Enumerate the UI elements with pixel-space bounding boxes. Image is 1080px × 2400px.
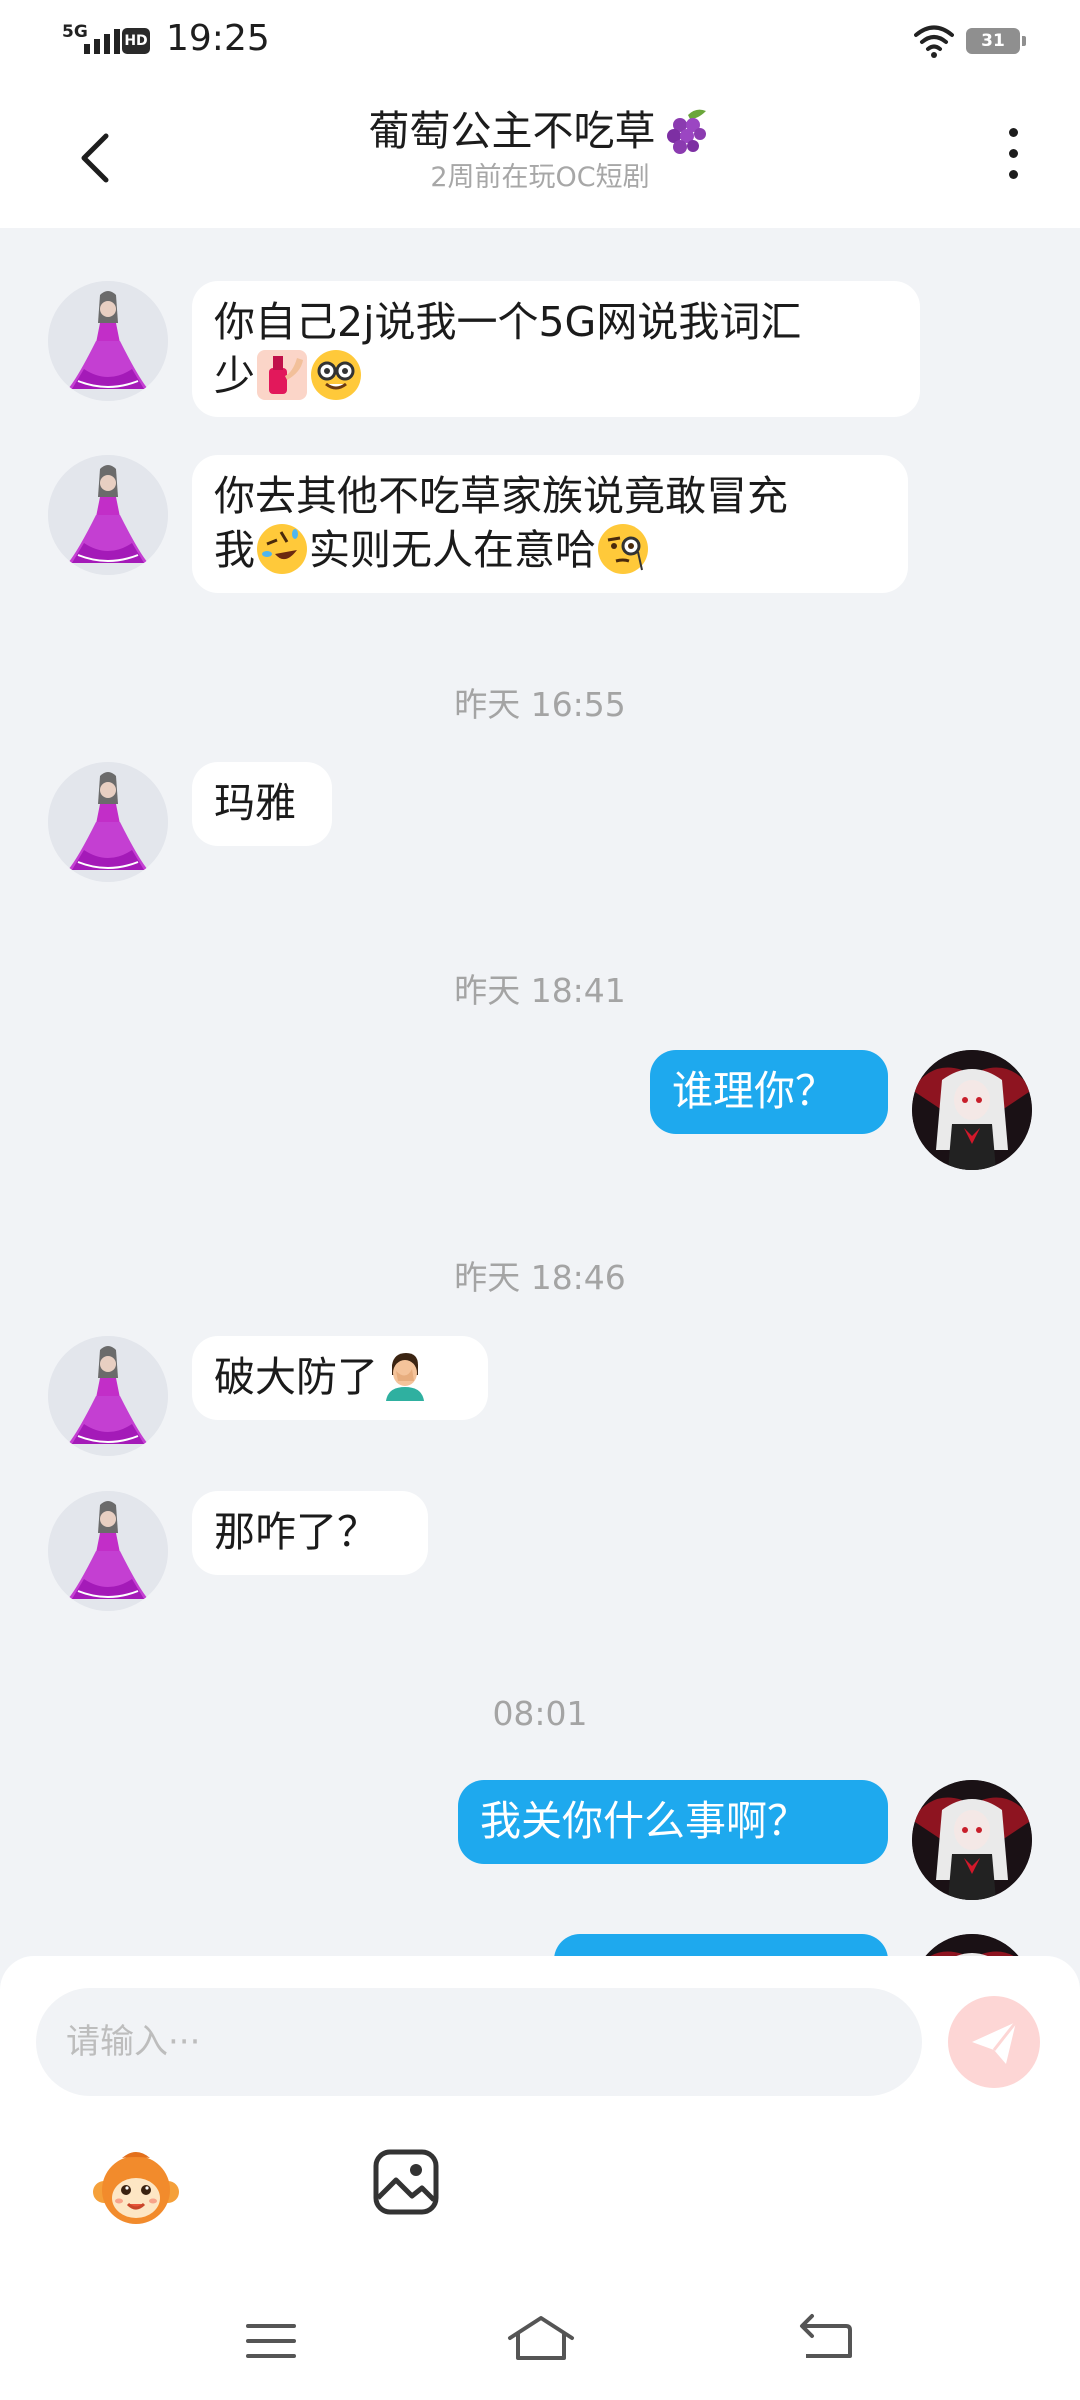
- back-icon[interactable]: [796, 2312, 856, 2364]
- message-text-line2: 我 实则无人在意哈: [214, 523, 886, 577]
- system-nav-bar: [0, 2290, 1080, 2400]
- message-text: 谁理你？: [672, 1067, 836, 1115]
- timestamp: 08:01: [492, 1694, 588, 1733]
- send-button[interactable]: [948, 1996, 1040, 2088]
- message-bubble[interactable]: 那咋了？: [192, 1491, 428, 1575]
- timestamp: 昨天 16:55: [454, 685, 626, 724]
- rolling-laughing-emoji: [257, 524, 307, 574]
- message-bubble[interactable]: 玛雅: [192, 762, 332, 846]
- message-bubble[interactable]: 谁理你？: [650, 1050, 888, 1134]
- message-text: 你自己2j说我一个5G网说我词汇: [214, 298, 802, 346]
- message-list[interactable]: 你自己2j说我一个5G网说我词汇 少 你去其他不吃草家族说竟敢冒充 我 实则无人…: [0, 228, 1080, 1956]
- timestamp: 昨天 18:41: [454, 971, 626, 1010]
- chat-header: 葡萄公主不吃草 2周前在玩OC短剧: [0, 80, 1080, 228]
- monkey-mascot-icon[interactable]: [92, 2146, 180, 2234]
- peer-avatar[interactable]: [48, 455, 168, 575]
- message-bubble[interactable]: 我关你什么事啊？: [458, 1780, 888, 1864]
- message-bubble[interactable]: 你自己2j说我一个5G网说我词汇 少: [192, 281, 920, 417]
- message-text-line: 破大防了: [214, 1350, 466, 1404]
- peer-avatar[interactable]: [48, 762, 168, 882]
- contact-name: 葡萄公主不吃草: [0, 104, 1080, 158]
- my-avatar[interactable]: [912, 1934, 1032, 1956]
- nerd-face-emoji: [311, 350, 361, 400]
- message-bubble[interactable]: 你去其他不吃草家族说竟敢冒充 我 实则无人在意哈: [192, 455, 908, 593]
- facepalm-emoji: [380, 1351, 430, 1401]
- status-bar: 5G HD 19:25 31: [0, 0, 1080, 80]
- message-text: 那咋了？: [214, 1508, 378, 1556]
- message-text: 我关你什么事啊？: [480, 1797, 808, 1845]
- home-icon[interactable]: [504, 2312, 578, 2366]
- battery-icon: 31: [966, 28, 1026, 54]
- message-bubble[interactable]: 破大防了: [192, 1336, 488, 1420]
- message-bubble-partial[interactable]: [554, 1934, 888, 1956]
- grape-icon: [666, 109, 706, 154]
- timestamp: 昨天 18:46: [454, 1258, 626, 1297]
- message-text-line2: 少: [214, 349, 898, 403]
- monocle-face-emoji: [598, 524, 648, 574]
- nail-polish-emoji: [257, 350, 307, 400]
- title-block[interactable]: 葡萄公主不吃草 2周前在玩OC短剧: [0, 104, 1080, 196]
- message-input[interactable]: [36, 1988, 922, 2096]
- menu-icon[interactable]: [242, 2318, 300, 2364]
- message-text: 玛雅: [214, 779, 296, 827]
- peer-avatar[interactable]: [48, 1336, 168, 1456]
- peer-avatar[interactable]: [48, 281, 168, 401]
- my-avatar[interactable]: [912, 1780, 1032, 1900]
- hd-icon: HD: [122, 28, 150, 54]
- send-icon: [972, 2021, 1018, 2064]
- clock: 19:25: [166, 18, 270, 59]
- peer-avatar[interactable]: [48, 1491, 168, 1611]
- wifi-icon: [914, 25, 954, 58]
- more-vertical-icon[interactable]: [998, 128, 1028, 188]
- my-avatar[interactable]: [912, 1050, 1032, 1170]
- contact-name-text: 葡萄公主不吃草: [368, 107, 656, 155]
- contact-status: 2周前在玩OC短剧: [430, 162, 650, 193]
- message-text: 你去其他不吃草家族说竟敢冒充: [214, 472, 788, 520]
- image-icon[interactable]: [372, 2148, 440, 2216]
